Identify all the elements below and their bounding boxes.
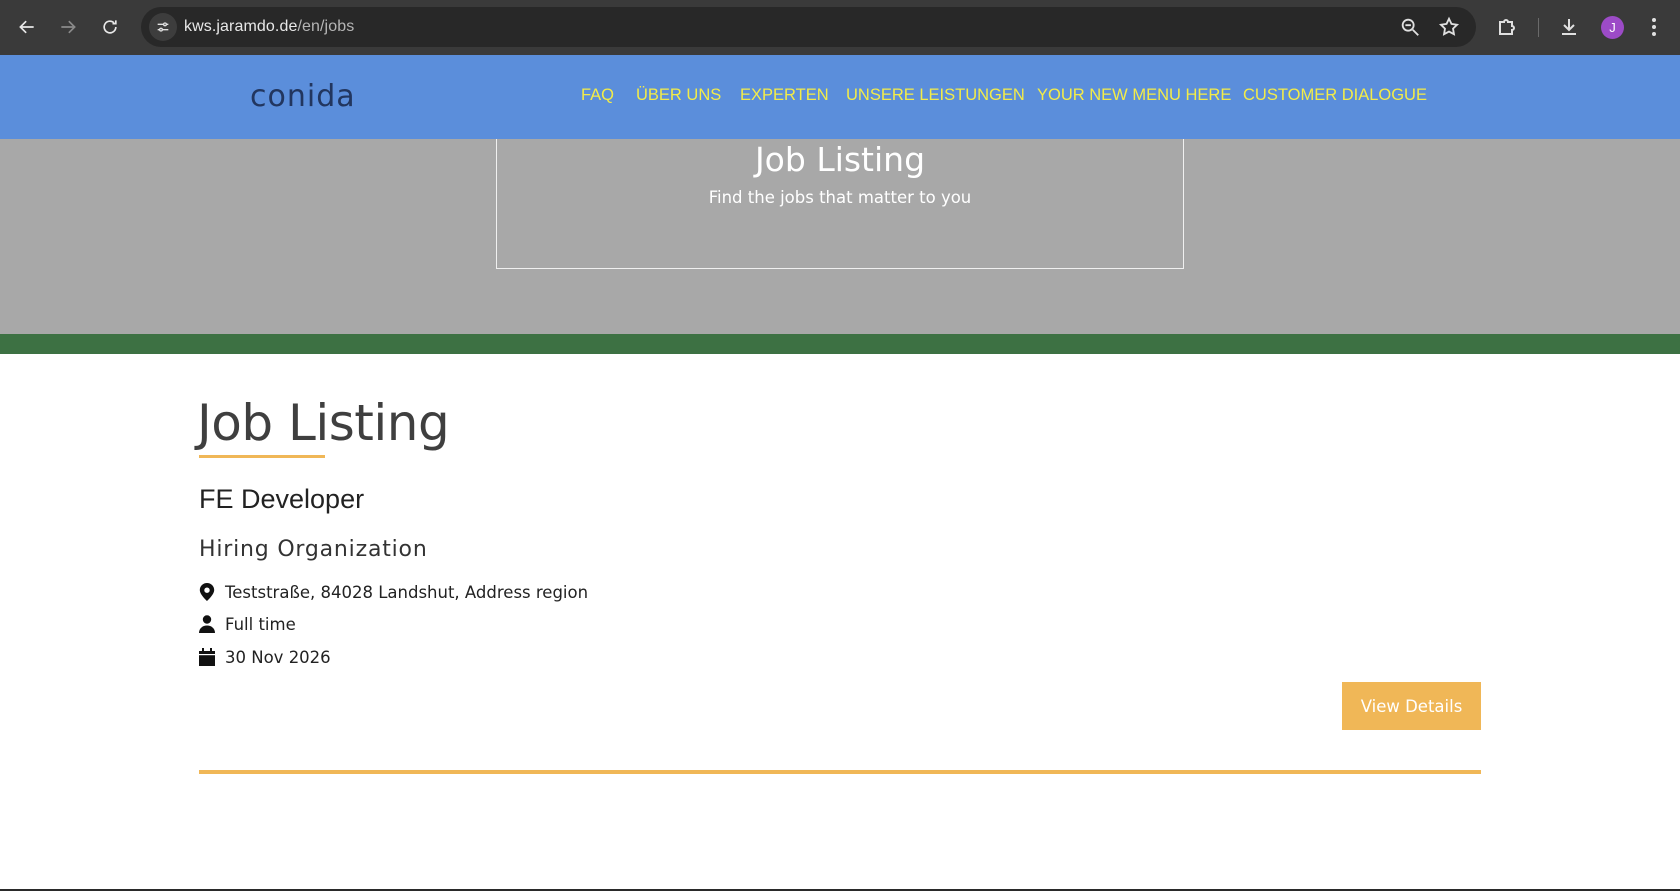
job-title: FE Developer xyxy=(199,484,365,514)
url-text[interactable]: kws.jaramdo.de/en/jobs xyxy=(184,18,354,36)
reload-icon[interactable] xyxy=(95,12,125,42)
menu-item-customer-dialogue[interactable]: CUSTOMER DIALOGUE xyxy=(1243,86,1427,105)
download-icon[interactable] xyxy=(1557,15,1581,39)
menu-item-your-new-menu-here[interactable]: YOUR NEW MENU HERE xyxy=(1037,86,1231,105)
menu-item-unsere-leistungen[interactable]: UNSERE LEISTUNGEN xyxy=(846,86,1025,105)
job-date-text: 30 Nov 2026 xyxy=(225,647,331,667)
hero-title: Job Listing xyxy=(754,140,926,179)
title-underline xyxy=(199,455,325,458)
profile-avatar[interactable]: J xyxy=(1601,16,1624,39)
zoom-icon[interactable] xyxy=(1399,16,1421,38)
job-employment-type-text: Full time xyxy=(225,614,296,634)
map-marker-icon xyxy=(199,583,215,601)
toolbar-divider xyxy=(1538,18,1539,37)
back-icon[interactable] xyxy=(12,12,42,42)
site-logo[interactable]: conida xyxy=(250,79,356,114)
hero-box: Job Listing Find the jobs that matter to… xyxy=(496,139,1184,269)
job-date: 30 Nov 2026 xyxy=(199,645,331,669)
hero-subtitle: Find the jobs that matter to you xyxy=(708,188,972,207)
job-location: Teststraße, 84028 Landshut, Address regi… xyxy=(199,580,588,604)
green-band xyxy=(0,334,1680,354)
site-info-icon[interactable] xyxy=(149,13,177,41)
hiring-organization: Hiring Organization xyxy=(199,537,428,562)
hero-banner: Job Listing Find the jobs that matter to… xyxy=(0,139,1680,334)
menu-item-faq[interactable]: FAQ xyxy=(581,86,614,105)
forward-icon[interactable] xyxy=(53,12,83,42)
address-bar[interactable]: kws.jaramdo.de/en/jobs xyxy=(141,7,1476,47)
site-header: conida FAQ ÜBER UNS EXPERTEN UNSERE LEIS… xyxy=(0,55,1680,139)
job-employment-type: Full time xyxy=(199,612,296,636)
view-details-button[interactable]: View Details xyxy=(1342,682,1481,730)
calendar-icon xyxy=(199,648,215,666)
bookmark-star-icon[interactable] xyxy=(1438,16,1460,38)
job-separator xyxy=(199,770,1481,774)
menu-item-experten[interactable]: EXPERTEN xyxy=(740,86,829,105)
extensions-icon[interactable] xyxy=(1495,15,1519,39)
browser-toolbar: kws.jaramdo.de/en/jobs J xyxy=(0,0,1680,55)
menu-item-ueber-uns[interactable]: ÜBER UNS xyxy=(636,86,721,105)
more-menu-icon[interactable] xyxy=(1642,15,1666,39)
job-location-text: Teststraße, 84028 Landshut, Address regi… xyxy=(225,582,589,602)
page-title: Job Listing xyxy=(197,394,450,452)
user-icon xyxy=(199,615,215,633)
